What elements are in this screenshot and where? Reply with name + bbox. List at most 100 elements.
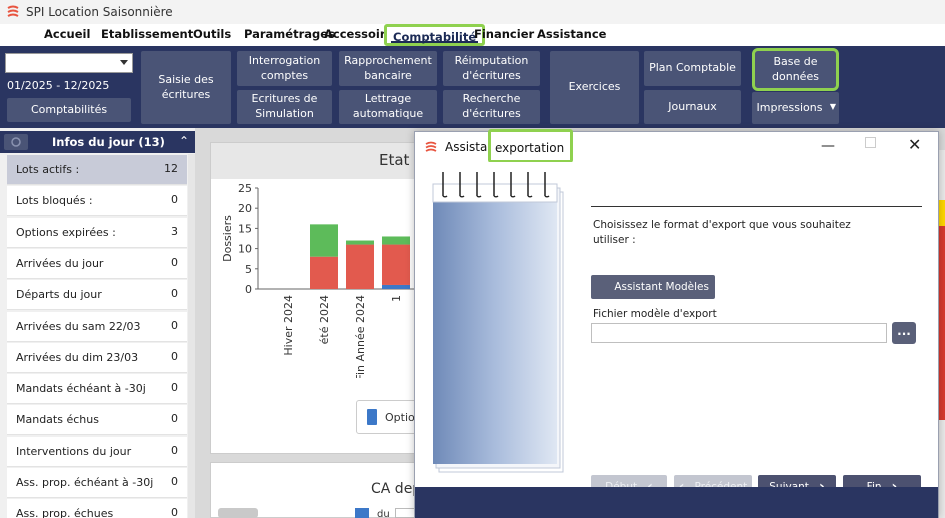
y-tick-label: 5 [245, 263, 252, 276]
date-from-label: du [377, 509, 390, 518]
minimize-icon[interactable]: — [821, 138, 835, 154]
dropdown-button[interactable] [355, 508, 369, 518]
infos-panel-title: Infos du jour (13) [52, 135, 165, 149]
bar-segment [382, 284, 410, 289]
ecritures-simulation-button[interactable]: Ecritures de Simulation [237, 90, 332, 124]
rapprochement-bancaire-button[interactable]: Rapprochement bancaire [339, 51, 437, 86]
list-item-label: Options expirées : [16, 225, 116, 239]
legend-swatch-option [367, 409, 377, 425]
list-item-label: Arrivées du sam 22/03 [16, 319, 141, 333]
x-tick-label: 1 [390, 295, 403, 302]
list-item[interactable]: Lots bloqués : 0 [7, 186, 187, 217]
assistant-modeles-button[interactable]: Assistant Modèles [591, 275, 715, 299]
menu-comptabilite[interactable]: Comptabilité [384, 24, 486, 46]
y-tick-label: 10 [238, 243, 252, 256]
list-item[interactable]: Mandats échus 0 [7, 405, 187, 436]
impressions-button[interactable]: Impressions ▼ [752, 92, 839, 124]
journaux-button[interactable]: Journaux [644, 90, 741, 124]
export-instruction: Choisissez le format d'export que vous s… [593, 219, 851, 246]
y-tick-label: 20 [238, 202, 252, 215]
dialog-body: Choisissez le format d'export que vous s… [415, 162, 938, 499]
menu-accueil[interactable]: Accueil [44, 27, 90, 41]
period-select[interactable] [5, 53, 133, 73]
menu-bar: Accueil Etablissement Outils Paramétrage… [0, 24, 945, 46]
list-item-value: 0 [171, 443, 178, 457]
list-item-label: Mandats échéant à -30j [16, 382, 146, 396]
recherche-ecritures-button[interactable]: Recherche d'écritures [443, 90, 540, 124]
comptabilites-button[interactable]: Comptabilités [7, 98, 131, 122]
list-item-value: 3 [171, 224, 178, 238]
app-logo-icon [425, 141, 437, 152]
chevron-up-icon[interactable]: ⌃ [179, 134, 189, 148]
list-item[interactable]: Arrivées du sam 22/03 0 [7, 311, 187, 342]
close-icon[interactable]: ✕ [908, 135, 921, 154]
exercices-button[interactable]: Exercices [550, 51, 639, 124]
maximize-icon [865, 137, 876, 148]
plan-comptable-button[interactable]: Plan Comptable [644, 51, 741, 86]
bar-segment [346, 240, 374, 245]
dialog-title-highlight: exportation [488, 129, 574, 163]
bar-segment [346, 244, 374, 289]
list-item[interactable]: Interventions du jour 0 [7, 436, 187, 467]
impressions-label: Impressions [756, 100, 823, 114]
browse-button[interactable]: ... [892, 322, 916, 344]
scrollbar[interactable] [188, 154, 195, 518]
redacted-field [218, 508, 258, 518]
bar-segment [382, 236, 410, 245]
bar-segment [310, 224, 338, 257]
file-model-input[interactable] [591, 323, 887, 343]
list-item[interactable]: Mandats échéant à -30j 0 [7, 374, 187, 405]
list-item-value: 0 [171, 193, 178, 207]
menu-outils[interactable]: Outils [193, 27, 231, 41]
list-item-label: Arrivées du dim 23/03 [16, 350, 139, 364]
list-item[interactable]: Options expirées : 3 [7, 217, 187, 248]
list-item-label: Ass. prop. échues [16, 507, 114, 518]
list-item-value: 0 [171, 349, 178, 363]
reimputation-button[interactable]: Réimputation d'écritures [443, 51, 540, 86]
file-model-label: Fichier modèle d'export [593, 308, 717, 320]
period-range: 01/2025 - 12/2025 [7, 79, 110, 92]
refresh-icon[interactable] [4, 134, 28, 150]
saisie-ecritures-button[interactable]: Saisie des écritures [141, 51, 231, 124]
menu-accessoire[interactable]: Accessoire [324, 27, 393, 41]
list-item-value: 0 [171, 506, 178, 518]
menu-financier[interactable]: Financier [474, 27, 534, 41]
y-axis-label: Dossiers [221, 215, 234, 262]
list-item[interactable]: Lots actifs : 12 [7, 155, 187, 185]
y-tick-label: 25 [238, 182, 252, 195]
list-item[interactable]: Ass. prop. échues 0 [7, 499, 187, 518]
list-item-value: 0 [171, 287, 178, 301]
export-wizard-dialog: Assistan exportation — ✕ Choisissez le f… [414, 129, 939, 518]
list-item[interactable]: Ass. prop. échéant à -30j 0 [7, 468, 187, 498]
dialog-titlebar: Assistan exportation — ✕ [415, 129, 938, 163]
x-tick-label: Fin Année 2024 [354, 295, 367, 378]
list-item-label: Lots actifs : [16, 163, 80, 176]
x-tick-label: été 2024 [318, 295, 331, 344]
lettrage-automatique-button[interactable]: Lettrage automatique [339, 90, 437, 124]
app-title: SPI Location Saisonnière [26, 5, 173, 19]
list-item-value: 0 [171, 381, 178, 395]
menu-etablissement[interactable]: Etablissement [101, 27, 193, 41]
list-item-label: Interventions du jour [16, 444, 132, 458]
infos-panel-header: Infos du jour (13) ⌃ [0, 131, 195, 153]
list-item-value: 0 [171, 475, 178, 488]
list-item[interactable]: Départs du jour 0 [7, 280, 187, 311]
list-item-label: Arrivées du jour [16, 256, 104, 270]
list-item-label: Lots bloqués : [16, 194, 93, 208]
base-donnees-button[interactable]: Base de données [752, 48, 839, 91]
bar-segment [382, 244, 410, 285]
list-item-label: Mandats échus [16, 413, 99, 427]
menu-parametrages[interactable]: Paramétrages [244, 27, 335, 41]
list-item-value: 12 [164, 162, 178, 175]
menu-assistance[interactable]: Assistance [537, 27, 606, 41]
etat-card-header: Etat [211, 143, 439, 179]
interrogation-comptes-button[interactable]: Interrogation comptes [237, 51, 332, 86]
dialog-footer [415, 487, 938, 518]
list-item-label: Ass. prop. échéant à -30j [16, 476, 154, 489]
notepad-illustration [432, 172, 564, 473]
caret-down-icon: ▼ [829, 102, 836, 111]
list-item[interactable]: Arrivées du jour 0 [7, 248, 187, 279]
x-tick-label: Hiver 2024 [282, 295, 295, 356]
list-item-value: 0 [171, 412, 178, 426]
list-item[interactable]: Arrivées du dim 23/03 0 [7, 342, 187, 373]
